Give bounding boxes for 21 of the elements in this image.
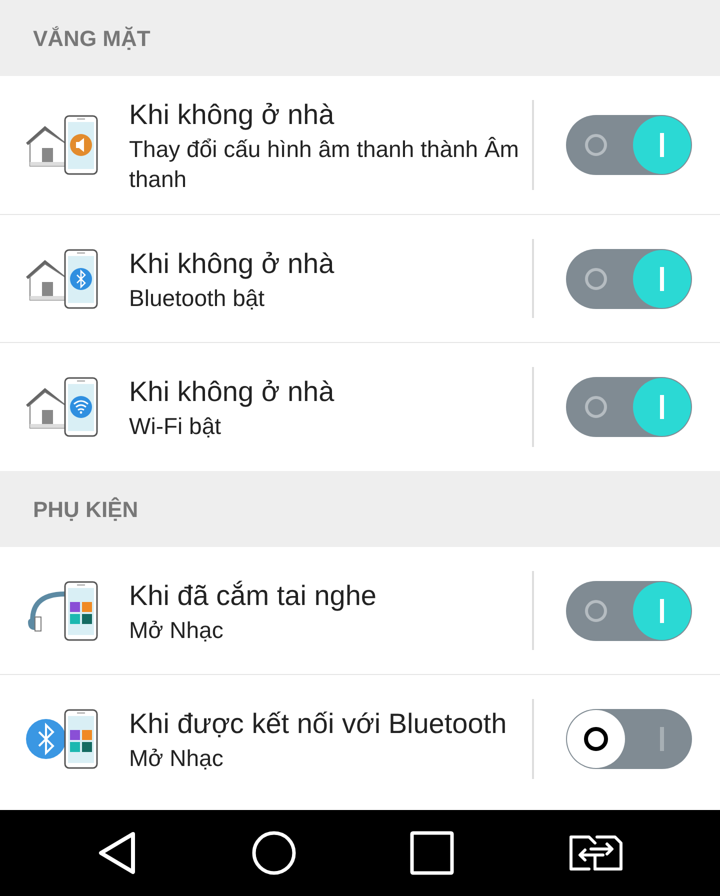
section-header: VẮNG MẶT <box>33 24 150 52</box>
setting-title: Khi không ở nhà <box>129 98 336 132</box>
setting-subtitle: Mở Nhạc <box>129 744 224 773</box>
switch-icon[interactable] <box>568 835 623 871</box>
setting-subtitle: Wi-Fi bật <box>129 412 222 441</box>
headphones-phone-icon <box>25 580 99 642</box>
recents-icon[interactable] <box>410 831 454 875</box>
house-phone-bluetooth-icon <box>25 248 99 310</box>
setting-title: Khi không ở nhà <box>129 375 336 409</box>
house-phone-speaker-icon <box>25 114 99 176</box>
setting-subtitle: Mở Nhạc <box>129 616 224 644</box>
setting-title: Khi đã cắm tai nghe <box>129 578 378 613</box>
setting-title: Khi không ở nhà <box>129 246 336 281</box>
setting-subtitle: Thay đổi cấu hình âm thanh thành Âm thanh <box>129 135 520 194</box>
house-phone-wifi-icon <box>25 376 99 438</box>
bluetooth-phone-icon <box>25 708 99 770</box>
home-icon[interactable] <box>252 831 296 875</box>
section-header: PHỤ KIỆN <box>33 496 138 524</box>
back-icon[interactable] <box>97 831 138 875</box>
setting-title: Khi được kết nối với Bluetooth <box>129 707 508 741</box>
setting-subtitle: Bluetooth bật <box>129 284 266 312</box>
